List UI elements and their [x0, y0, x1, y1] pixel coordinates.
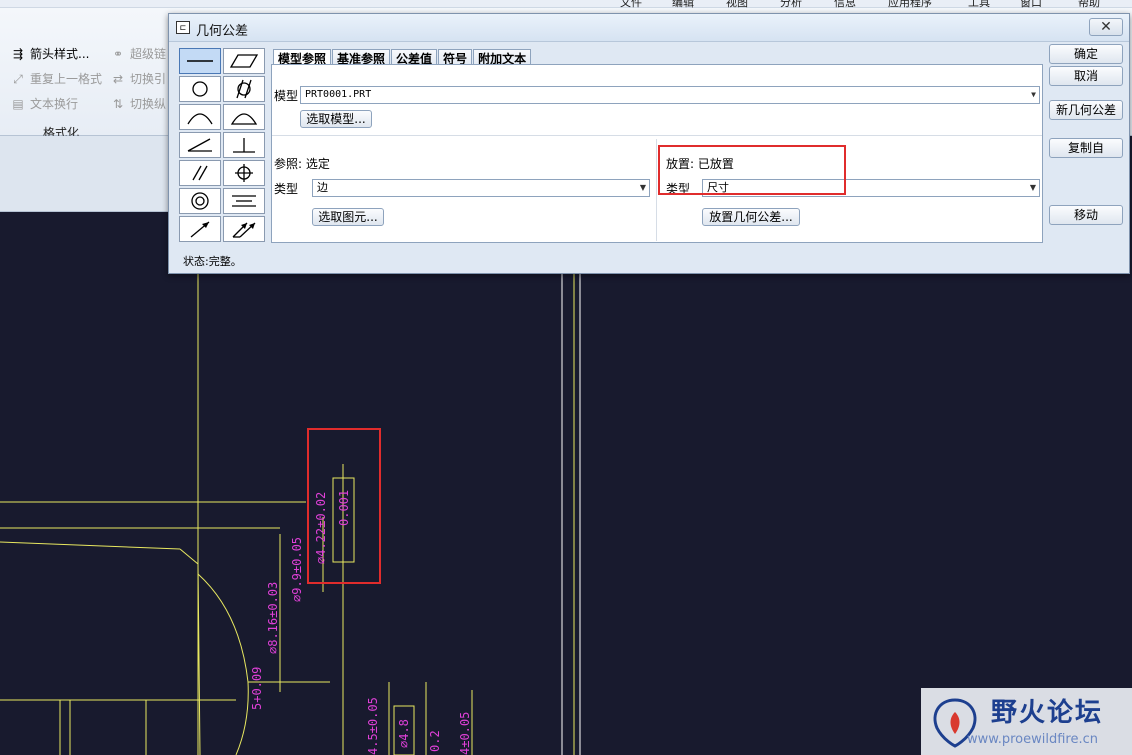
chevron-down-icon: ▼: [1031, 90, 1036, 99]
highlight-placement: [658, 145, 846, 195]
dialog-title: 几何公差: [196, 24, 249, 39]
place-gtol-button[interactable]: 放置几何公差...: [702, 208, 800, 226]
toggle-leader-icon: ⇄: [112, 72, 124, 86]
highlight-gtol-annotation: [307, 428, 381, 584]
circularity-symbol-button[interactable]: [179, 76, 221, 102]
select-entity-button[interactable]: 选取图元...: [312, 208, 384, 226]
symmetry-icon: [232, 195, 256, 207]
line-profile-symbol-button[interactable]: [179, 104, 221, 130]
arrow-style-button[interactable]: ⇶ 箭头样式...: [10, 44, 89, 64]
reference-header: 参照: 选定: [274, 157, 330, 171]
panel-divider-h: [272, 135, 1042, 136]
drawing-geometry: [0, 212, 581, 755]
repeat-format-button[interactable]: ⤢ 重复上一格式: [10, 69, 102, 89]
position-symbol-button[interactable]: [223, 160, 265, 186]
dim-five-plus[interactable]: 5+0.09: [250, 667, 264, 710]
text-wrap-icon: ▤: [12, 97, 24, 111]
total-runout-icon: [232, 222, 256, 238]
move-button[interactable]: 移动: [1049, 205, 1123, 225]
dim-4-5[interactable]: 4.5±0.05: [366, 697, 380, 755]
repeat-format-icon: ⤢: [13, 72, 23, 86]
menu-bar: 文件 编辑 视图 分析 信息 应用程序 工具 窗口 帮助: [0, 0, 1132, 9]
toggle-ordinate-icon: ⇅: [112, 97, 124, 111]
ribbon-lower-strip: [0, 136, 170, 212]
screen: 文件 编辑 视图 分析 信息 应用程序 工具 窗口 帮助 ⇶ 箭头样式... ⚭ 超…: [0, 0, 1132, 755]
toggle-leader-button[interactable]: ⇄ 切换引: [110, 69, 166, 89]
watermark-url: www.proewildfire.cn: [967, 732, 1098, 747]
ok-button[interactable]: 确定: [1049, 44, 1123, 64]
text-wrap-label: 文本换行: [30, 97, 79, 111]
parallelism-icon: [192, 165, 208, 181]
flatness-symbol-button[interactable]: [223, 48, 265, 74]
circular-runout-symbol-button[interactable]: [179, 216, 221, 242]
concentricity-icon: [191, 192, 209, 210]
symmetry-symbol-button[interactable]: [223, 188, 265, 214]
straightness-icon: [187, 60, 213, 62]
model-reference-panel: 模型 PRT0001.PRT ▼ 选取模型... 参照: 选定 类型 边 ▼ 选…: [271, 64, 1043, 243]
reference-type-label: 类型: [274, 182, 299, 196]
panel-divider-v: [656, 139, 657, 241]
toggle-leader-label: 切换引: [130, 72, 167, 86]
circularity-icon: [192, 81, 208, 97]
arrow-style-icon: ⇶: [12, 47, 24, 61]
straightness-symbol-button[interactable]: [179, 48, 221, 74]
dialog-titlebar[interactable]: ⊏ 几何公差 ✕: [169, 14, 1129, 42]
ribbon-group-format: ⇶ 箭头样式... ⚭ 超级链 ⤢ 重复上一格式 ⇄ 切换引 ▤ 文本换行 ⇅ 切换纵 格式…: [0, 40, 170, 143]
cylindricity-icon: [236, 79, 252, 99]
dim-diameter-4-8[interactable]: ⌀4.8: [397, 719, 411, 748]
concentricity-symbol-button[interactable]: [179, 188, 221, 214]
model-label: 模型: [274, 89, 299, 103]
text-wrap-button[interactable]: ▤ 文本换行: [10, 94, 78, 114]
dim-0-2[interactable]: 0.2: [428, 730, 442, 752]
arrow-style-label: 箭头样式...: [30, 47, 90, 61]
total-runout-symbol-button[interactable]: [223, 216, 265, 242]
watermark-title: 野火论坛: [991, 698, 1104, 728]
geometric-tolerance-dialog: ⊏ 几何公差 ✕ 模型参照 基准参照 公差值 符号 附加文本 模型 PRT000…: [168, 13, 1130, 274]
cancel-button[interactable]: 取消: [1049, 66, 1123, 86]
position-icon: [235, 164, 253, 182]
hyperlink-button[interactable]: ⚭ 超级链: [110, 44, 166, 64]
toggle-ordinate-button[interactable]: ⇅ 切换纵: [110, 94, 166, 114]
surface-profile-icon: [230, 113, 258, 125]
dim-diameter-9-9[interactable]: ⌀9.9±0.05: [290, 537, 304, 602]
repeat-format-label: 重复上一格式: [30, 72, 103, 86]
dialog-app-icon: ⊏: [176, 21, 190, 34]
surface-profile-symbol-button[interactable]: [223, 104, 265, 130]
model-combo[interactable]: PRT0001.PRT ▼: [300, 86, 1040, 104]
new-gtol-button[interactable]: 新几何公差: [1049, 100, 1123, 120]
hyperlink-label: 超级链: [130, 47, 167, 61]
line-profile-icon: [187, 113, 213, 125]
model-combo-value: PRT0001.PRT: [305, 89, 372, 100]
cylindricity-symbol-button[interactable]: [223, 76, 265, 102]
reference-type-combo[interactable]: 边 ▼: [312, 179, 650, 197]
angularity-icon: [187, 138, 212, 152]
chevron-down-icon: ▼: [639, 183, 646, 192]
angularity-symbol-button[interactable]: [179, 132, 221, 158]
toggle-ordinate-label: 切换纵: [130, 97, 167, 111]
perpendicularity-icon: [233, 138, 255, 153]
close-button[interactable]: ✕: [1089, 18, 1123, 36]
tolerance-symbol-palette: [179, 48, 267, 244]
select-model-button[interactable]: 选取模型...: [300, 110, 372, 128]
chevron-down-icon: ▼: [1029, 183, 1036, 192]
hyperlink-icon: ⚭: [112, 47, 124, 61]
flatness-icon: [229, 54, 259, 68]
forum-watermark: 野火论坛 www.proewildfire.cn: [921, 688, 1132, 755]
status-text: 状态:完整。: [183, 255, 242, 268]
reference-type-value: 边: [317, 181, 328, 194]
copy-from-button[interactable]: 复制自: [1049, 138, 1123, 158]
circular-runout-icon: [190, 221, 210, 238]
perpendicularity-symbol-button[interactable]: [223, 132, 265, 158]
dim-4[interactable]: 4±0.05: [458, 712, 472, 755]
dim-diameter-8-16[interactable]: ⌀8.16±0.03: [266, 582, 280, 654]
drawing-canvas[interactable]: ⌀4.22±0.02 0.001 ⌀9.9±0.05 ⌀8.16±0.03 5+…: [0, 212, 1132, 755]
parallelism-symbol-button[interactable]: [179, 160, 221, 186]
